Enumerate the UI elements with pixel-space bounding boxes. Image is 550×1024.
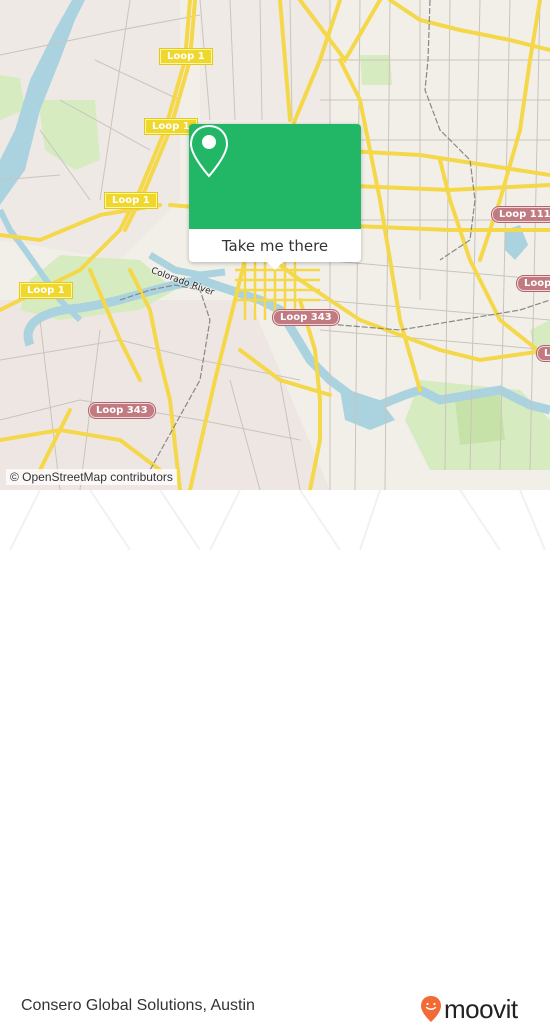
route-shield-loop-111: Loop 111: [517, 276, 550, 291]
moovit-wordmark: moovit: [444, 994, 518, 1024]
moovit-logo[interactable]: moovit: [420, 995, 518, 1023]
take-me-there-button[interactable]: Take me there: [189, 229, 361, 262]
route-shield-loop-343: Loop 343: [89, 403, 155, 418]
route-shield-loop-1: Loop 1: [160, 49, 212, 64]
park: [455, 395, 505, 445]
popup-header[interactable]: [189, 124, 361, 229]
route-shield-loop-1: Loop 1: [20, 283, 72, 298]
place-name: Consero Global Solutions, Austin: [21, 997, 255, 1014]
popup-pointer: [267, 262, 283, 270]
footer-background-pattern: [9, 490, 546, 550]
route-shield-loop-111: Loop 111: [492, 207, 550, 222]
route-shield-loop: Loop: [537, 346, 550, 361]
map-view[interactable]: Loop 1 Loop 1 Loop 1 Loop 1 Loop 111 Loo…: [0, 0, 550, 490]
destination-popup[interactable]: Take me there: [189, 124, 361, 270]
route-shield-loop-1: Loop 1: [105, 193, 157, 208]
map-attribution[interactable]: © OpenStreetMap contributors: [6, 469, 177, 485]
route-shield-loop-343: Loop 343: [273, 310, 339, 325]
map-pin-icon: [189, 124, 229, 178]
footer: Consero Global Solutions, Austin moovit: [0, 490, 550, 1022]
moovit-smile-pin-icon: [421, 996, 441, 1022]
